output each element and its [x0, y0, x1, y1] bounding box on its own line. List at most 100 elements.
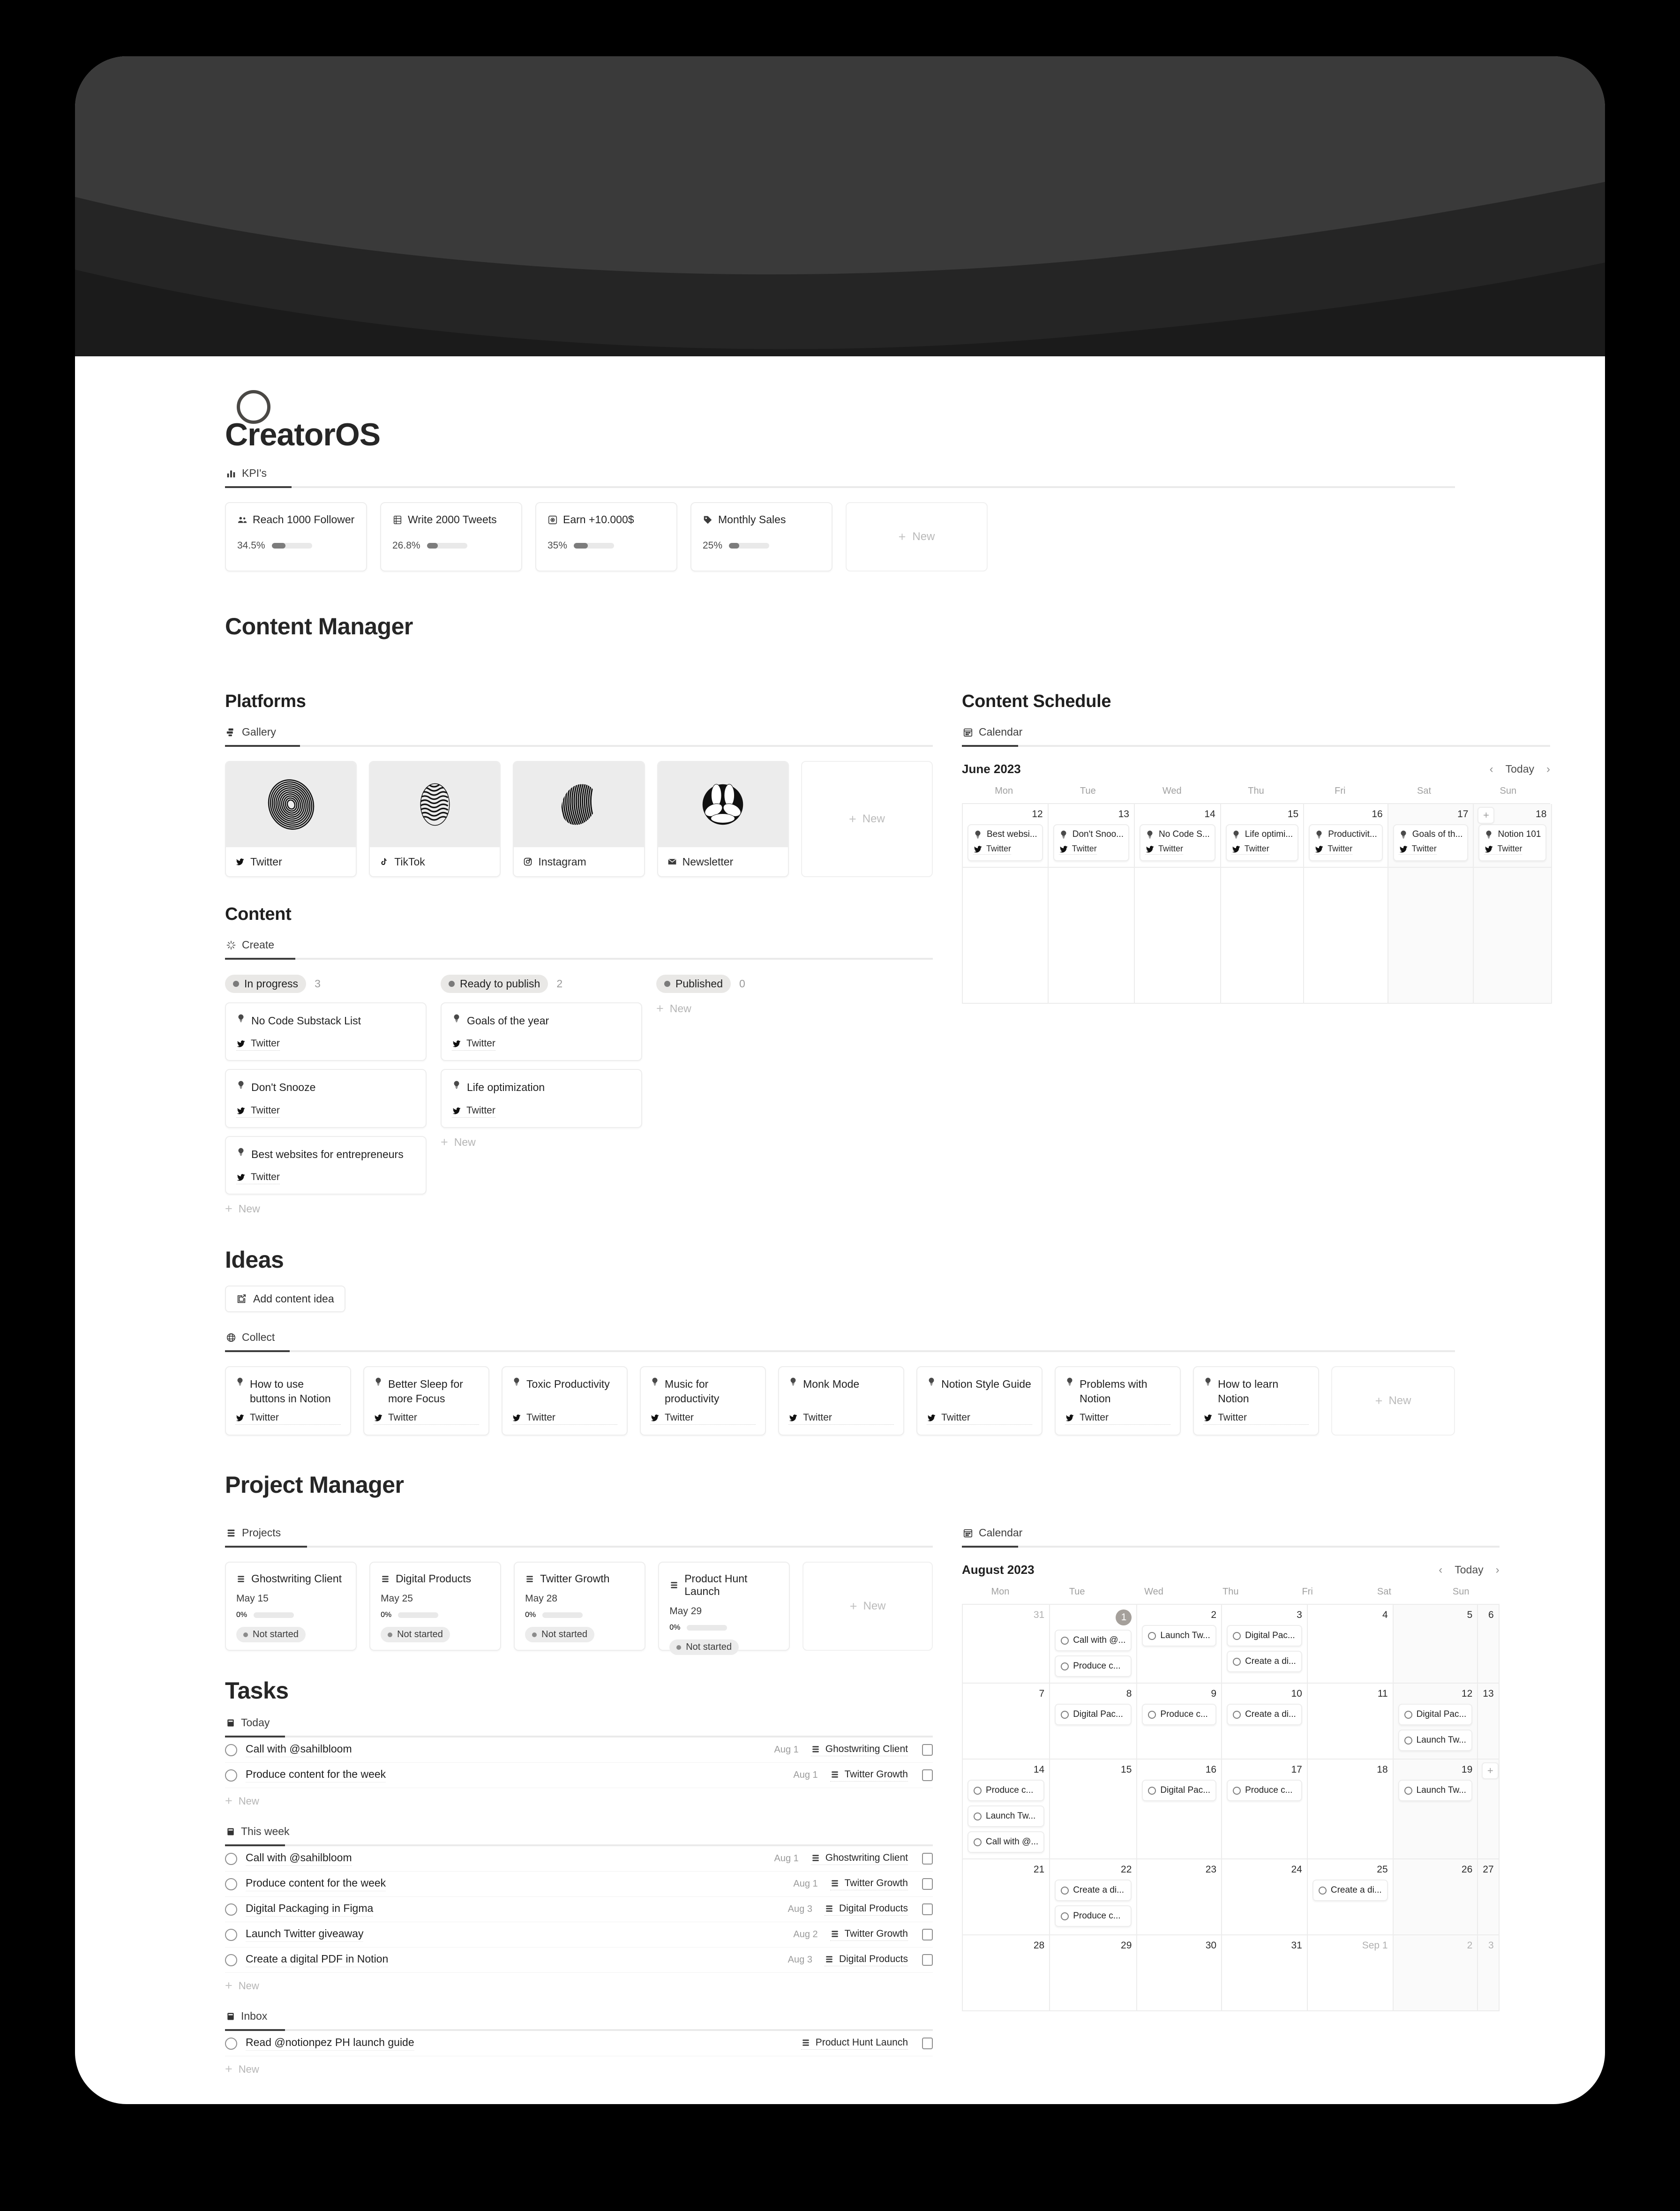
next-month-button[interactable]: › — [1546, 763, 1550, 776]
project-status-badge[interactable]: Not started — [669, 1639, 739, 1655]
task-row[interactable]: Create a digital PDF in Notion Aug 3 Digit… — [225, 1948, 933, 1973]
status-badge[interactable]: Published — [656, 975, 731, 993]
tab-collect[interactable]: Collect — [225, 1329, 276, 1350]
calendar-day-cell[interactable] — [1134, 867, 1221, 1004]
calendar-event[interactable]: Produce c... — [968, 1780, 1045, 1802]
add-content-idea-button[interactable]: Add content idea — [225, 1286, 345, 1313]
calendar-day-cell[interactable]: 5 — [1393, 1605, 1478, 1684]
calendar-day-cell[interactable]: 29 — [1050, 1935, 1138, 2012]
calendar-event[interactable]: Launch Tw... — [1142, 1625, 1217, 1647]
calendar-day-cell[interactable]: 17 Goals of th... Twitter — [1388, 804, 1474, 868]
today-button[interactable]: Today — [1455, 1564, 1483, 1576]
platform-card[interactable]: Twitter — [225, 761, 357, 877]
tab-projects[interactable]: Projects — [225, 1525, 282, 1546]
calendar-day-cell[interactable]: 12 Best websi... Twitter — [963, 804, 1049, 868]
content-card[interactable]: Goals of the year Twitter — [441, 1002, 642, 1061]
calendar-day-cell[interactable]: 24 — [1222, 1859, 1308, 1936]
next-month-button[interactable]: › — [1496, 1564, 1500, 1577]
calendar-day-cell[interactable]: 16 Productivit... Twitter — [1304, 804, 1388, 868]
calendar-day-cell[interactable]: 15 Life optimi... Twitter — [1221, 804, 1305, 868]
status-badge[interactable]: In progress — [225, 975, 307, 993]
task-checkbox[interactable] — [225, 1903, 237, 1916]
task-new-button[interactable]: + New — [225, 2056, 933, 2077]
project-new-card[interactable]: + New — [802, 1562, 933, 1651]
calendar-day-cell[interactable]: 22 Create a di... Produce c... — [1050, 1859, 1138, 1936]
calendar-event[interactable]: Create a di... — [1227, 1704, 1302, 1726]
calendar-day-cell[interactable] — [1388, 867, 1474, 1004]
calendar-event[interactable]: Launch Tw... — [1398, 1730, 1473, 1752]
calendar-event[interactable]: Produce c... — [1227, 1780, 1302, 1802]
calendar-day-cell[interactable]: 31 — [963, 1605, 1050, 1684]
task-checkbox[interactable] — [225, 1954, 237, 1966]
calendar-event[interactable]: Notion 101 Twitter — [1478, 824, 1547, 861]
kpi-card[interactable]: Monthly Sales 25% — [690, 502, 832, 572]
project-card[interactable]: Ghostwriting Client May 15 0% Not started — [225, 1562, 357, 1651]
idea-card[interactable]: Better Sleep for more Focus Twitter — [363, 1366, 490, 1436]
calendar-day-cell[interactable]: 23 — [1137, 1859, 1222, 1936]
tab-this week[interactable]: This week — [225, 1823, 291, 1844]
content-card[interactable]: Best websites for entrepreneurs Twitter — [225, 1136, 427, 1195]
platform-card[interactable]: TikTok — [369, 761, 501, 877]
task-done-checkbox[interactable] — [922, 2038, 933, 2050]
task-checkbox[interactable] — [225, 1878, 237, 1890]
column-new-button[interactable]: + New — [441, 1136, 642, 1149]
tab-kpis[interactable]: KPI's — [225, 465, 268, 486]
task-checkbox[interactable] — [225, 1769, 237, 1782]
calendar-day-cell[interactable]: 27 — [1478, 1859, 1500, 1936]
calendar-event[interactable]: Digital Pac... — [1055, 1704, 1132, 1726]
task-project[interactable]: Digital Products — [824, 1903, 908, 1916]
idea-new-card[interactable]: + New — [1331, 1366, 1455, 1436]
tab-gallery[interactable]: Gallery — [225, 724, 277, 745]
calendar-event[interactable]: Launch Tw... — [1398, 1780, 1473, 1802]
calendar-day-cell[interactable]: 2 — [1393, 1935, 1478, 2012]
content-card[interactable]: Life optimization Twitter — [441, 1069, 642, 1128]
task-row[interactable]: Produce content for the week Aug 1 Twitter… — [225, 1763, 933, 1789]
calendar-event[interactable]: Productivit... Twitter — [1309, 824, 1383, 861]
calendar-event[interactable]: Produce c... — [1142, 1704, 1217, 1726]
prev-month-button[interactable]: ‹ — [1439, 1564, 1442, 1577]
calendar-day-cell[interactable]: 18 — [1307, 1760, 1394, 1860]
content-card[interactable]: Don't Snooze Twitter — [225, 1069, 427, 1128]
calendar-day-cell[interactable]: 10 Create a di... — [1222, 1684, 1308, 1760]
task-done-checkbox[interactable] — [922, 1903, 933, 1916]
calendar-day-cell[interactable]: +20 — [1478, 1760, 1500, 1860]
calendar-event[interactable]: No Code S... Twitter — [1139, 824, 1215, 861]
task-checkbox[interactable] — [225, 2037, 237, 2050]
project-status-badge[interactable]: Not started — [236, 1627, 306, 1643]
calendar-day-cell[interactable]: 31 — [1222, 1935, 1308, 2012]
calendar-day-cell[interactable]: 1 Call with @... Produce c... — [1050, 1605, 1138, 1684]
kpi-card[interactable]: Write 2000 Tweets 26.8% — [380, 502, 522, 572]
calendar-event[interactable]: Digital Pac... — [1142, 1780, 1217, 1802]
calendar-day-cell[interactable]: 26 — [1393, 1859, 1478, 1936]
task-project[interactable]: Digital Products — [824, 1954, 908, 1967]
idea-card[interactable]: Notion Style Guide Twitter — [916, 1366, 1043, 1436]
calendar-event[interactable]: Life optimi... Twitter — [1225, 824, 1299, 861]
calendar-day-cell[interactable] — [1048, 867, 1135, 1004]
task-done-checkbox[interactable] — [922, 1769, 933, 1782]
add-event-button[interactable]: + — [1478, 807, 1495, 824]
task-row[interactable]: Call with @sahilbloom Aug 1 Ghostwriting C… — [225, 1846, 933, 1872]
today-button[interactable]: Today — [1506, 763, 1534, 775]
project-card[interactable]: Digital Products May 25 0% Not started — [369, 1562, 502, 1651]
task-project[interactable]: Twitter Growth — [830, 1928, 908, 1941]
status-badge[interactable]: Ready to publish — [441, 975, 548, 993]
calendar-event[interactable]: Digital Pac... — [1227, 1625, 1302, 1647]
calendar-day-cell[interactable]: 30 — [1137, 1935, 1222, 2012]
task-done-checkbox[interactable] — [922, 1878, 933, 1890]
calendar-day-cell[interactable] — [1474, 867, 1552, 1004]
calendar-day-cell[interactable]: 6 — [1478, 1605, 1500, 1684]
prev-month-button[interactable]: ‹ — [1490, 763, 1493, 776]
task-done-checkbox[interactable] — [922, 1744, 933, 1756]
kpi-new-card[interactable]: + New — [846, 502, 988, 572]
calendar-event[interactable]: Best websi... Twitter — [968, 824, 1043, 861]
calendar-day-cell[interactable]: 4 — [1307, 1605, 1394, 1684]
calendar-day-cell[interactable]: 15 — [1050, 1760, 1138, 1860]
idea-card[interactable]: Problems with Notion Twitter — [1055, 1366, 1181, 1436]
calendar-day-cell[interactable]: 12 Digital Pac... Launch Tw... — [1393, 1684, 1478, 1760]
add-event-button[interactable]: + — [1482, 1762, 1499, 1780]
platform-new-card[interactable]: + New — [801, 761, 933, 877]
platform-card[interactable]: Instagram — [513, 761, 645, 877]
calendar-day-cell[interactable]: 14 No Code S... Twitter — [1134, 804, 1221, 868]
task-row[interactable]: Digital Packaging in Figma Aug 3 Digital P… — [225, 1897, 933, 1923]
calendar-day-cell[interactable]: 13 — [1478, 1684, 1500, 1760]
